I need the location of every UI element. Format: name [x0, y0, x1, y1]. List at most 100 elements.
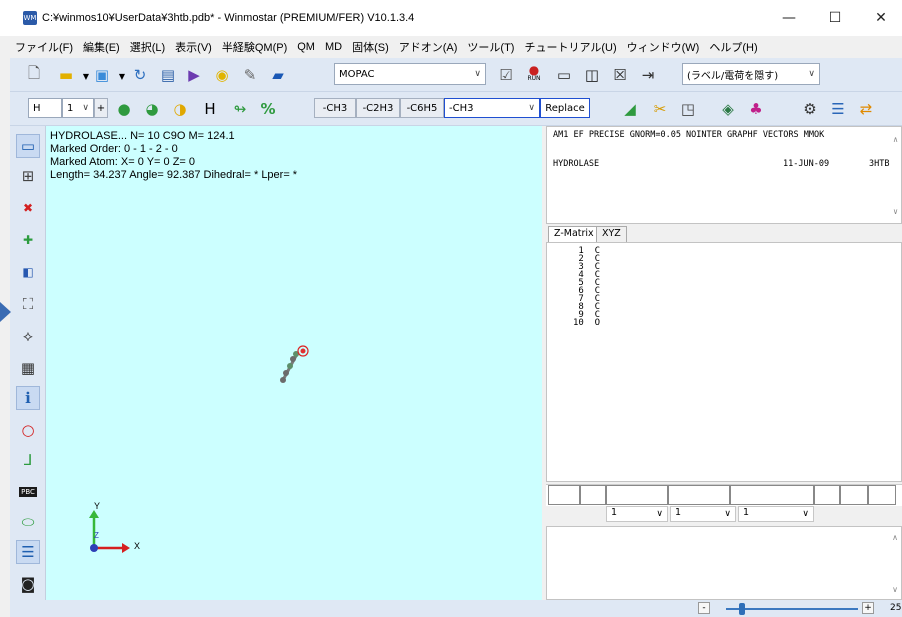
add-atom-icon[interactable]: ✚	[16, 228, 40, 252]
modify-atom-icon[interactable]: ◧	[16, 260, 40, 284]
multi-view-icon[interactable]: ⊞	[16, 164, 40, 188]
grid-cell[interactable]	[814, 485, 840, 505]
menu-edit[interactable]: 編集(E)	[78, 39, 125, 55]
circle-icon[interactable]: ○	[16, 418, 40, 442]
molecule-icon[interactable]: ♣	[746, 99, 766, 119]
rotate-icon[interactable]: ⟡	[16, 324, 40, 348]
fragment-combo[interactable]: -CH3 ∨	[444, 98, 540, 118]
scroll-down-icon[interactable]: ∨	[893, 207, 898, 216]
ref-atom-1-combo[interactable]: 1 ∨	[606, 506, 668, 522]
add-hydrogen-icon[interactable]: H	[200, 99, 220, 119]
add-group-icon[interactable]: ●	[114, 99, 134, 119]
list-icon[interactable]: ☰	[16, 540, 40, 564]
select-region-icon[interactable]: ⛶	[16, 292, 40, 316]
menu-tools[interactable]: ツール(T)	[462, 39, 519, 55]
zoom-in-button[interactable]: +	[862, 602, 874, 614]
zoom-out-button[interactable]: -	[698, 602, 710, 614]
keywords-panel[interactable]: AM1 EF PRECISE GNORM=0.05 NOINTER GRAPHF…	[546, 126, 902, 224]
refresh-icon[interactable]: ↻	[130, 65, 150, 85]
zmatrix-row[interactable]: 10 O	[573, 319, 600, 328]
chart-icon[interactable]: ☒	[610, 65, 630, 85]
grid-cell[interactable]	[580, 485, 606, 505]
molecule-model[interactable]	[272, 342, 312, 386]
ch3-button[interactable]: -CH3	[314, 98, 356, 118]
minimize-button[interactable]: —	[766, 4, 812, 32]
single-view-icon[interactable]: ▭	[16, 134, 40, 158]
ref-atom-2-combo[interactable]: 1 ∨	[670, 506, 736, 522]
grid-cell[interactable]	[606, 485, 668, 505]
log-icon[interactable]: ▭	[554, 65, 574, 85]
grid-cell[interactable]	[840, 485, 868, 505]
ref-atom-3-combo[interactable]: 1 ∨	[738, 506, 814, 522]
tree-icon[interactable]: ☰	[828, 99, 848, 119]
marked-atom: Marked Atom: X= 0 Y= 0 Z= 0	[50, 156, 196, 168]
c2h3-button[interactable]: -C2H3	[356, 98, 400, 118]
cube-icon[interactable]: ◳	[678, 99, 698, 119]
menu-solid[interactable]: 固体(S)	[347, 39, 394, 55]
info-icon[interactable]: ℹ	[16, 386, 40, 410]
grid-cell[interactable]	[668, 485, 730, 505]
coin-icon[interactable]: ◉	[212, 65, 232, 85]
surface-icon[interactable]: ⬭	[16, 510, 40, 534]
log-panel[interactable]: ∧ ∨	[546, 526, 902, 600]
layout-icon[interactable]: ◫	[582, 65, 602, 85]
add-atom-button[interactable]: +	[94, 98, 108, 118]
replace-button[interactable]: Replace	[540, 98, 590, 118]
export-icon[interactable]: ▶	[184, 65, 204, 85]
save-dropdown-icon[interactable]: ▼	[112, 66, 132, 86]
c6h5-button[interactable]: -C6H5	[400, 98, 444, 118]
camera-icon[interactable]: ◙	[16, 572, 40, 596]
menu-addon[interactable]: アドオン(A)	[394, 39, 463, 55]
transfer-icon[interactable]: ⇄	[856, 99, 876, 119]
scroll-up-icon[interactable]: ∧	[892, 533, 898, 542]
grid-icon[interactable]: ▦	[16, 356, 40, 380]
menu-file[interactable]: ファイル(F)	[10, 39, 78, 55]
sweep-icon[interactable]: ✂	[650, 99, 670, 119]
menu-help[interactable]: ヘルプ(H)	[704, 39, 762, 55]
grid-cell[interactable]	[548, 485, 580, 505]
count-combo[interactable]: 1 ∨	[62, 98, 94, 118]
zoom-slider-track[interactable]	[726, 608, 858, 610]
label-display-combo[interactable]: (ラベル/電荷を隠す) ∨	[682, 63, 820, 85]
open-folder-icon[interactable]: ▬	[56, 65, 76, 85]
half-circle-icon[interactable]: ◑	[170, 99, 190, 119]
menu-qm[interactable]: QM	[292, 41, 320, 53]
window-icon[interactable]: ▰	[268, 65, 288, 85]
menu-window[interactable]: ウィンドウ(W)	[622, 39, 705, 55]
title-line: HYDROLASE	[553, 159, 600, 169]
run-icon[interactable]: ● RUN	[524, 63, 544, 83]
crystal-icon[interactable]: ◈	[718, 99, 738, 119]
bond-icon[interactable]: ↬	[230, 99, 250, 119]
grid-cell[interactable]	[868, 485, 896, 505]
menu-md[interactable]: MD	[320, 41, 347, 53]
scroll-up-icon[interactable]: ∧	[893, 135, 898, 144]
save-icon[interactable]: ▣	[92, 65, 112, 85]
import-icon[interactable]: ⇥	[638, 65, 658, 85]
pbc-icon[interactable]: PBC	[16, 480, 40, 504]
scroll-down-icon[interactable]: ∨	[892, 585, 898, 594]
edit-sheet-icon[interactable]: ✎	[240, 65, 260, 85]
maximize-button[interactable]: ☐	[812, 4, 858, 32]
axis-icon[interactable]: ⅃	[16, 448, 40, 472]
delete-atom-icon[interactable]: ✖	[16, 196, 40, 220]
menu-view[interactable]: 表示(V)	[170, 39, 217, 55]
zoom-slider-thumb[interactable]	[738, 603, 745, 615]
tab-xyz[interactable]: XYZ	[596, 226, 627, 242]
close-button[interactable]: ✕	[858, 4, 902, 32]
view-icon[interactable]: ▤	[158, 65, 178, 85]
menu-tutorial[interactable]: チュートリアル(U)	[519, 39, 621, 55]
brush-icon[interactable]: ◢	[620, 99, 640, 119]
element-combo[interactable]: H	[28, 98, 62, 118]
molecule-viewer[interactable]: HYDROLASE... N= 10 C9O M= 124.1 Marked O…	[46, 126, 542, 600]
remove-group-icon[interactable]: ◕	[142, 99, 162, 119]
tab-z-matrix[interactable]: Z-Matrix	[548, 226, 600, 242]
new-file-icon[interactable]: 🗋	[24, 64, 44, 85]
method-combo[interactable]: MOPAC ∨	[334, 63, 486, 85]
grid-cell[interactable]	[730, 485, 814, 505]
z-matrix-panel[interactable]: 1 C 2 C 3 C 4 C 5 C 6 C 7 C 8 C 9 C 10 O	[546, 242, 902, 482]
menu-semiempirical[interactable]: 半経験QM(P)	[217, 39, 292, 55]
settings-icon[interactable]: ⚙	[800, 99, 820, 119]
percent-icon[interactable]: %	[258, 99, 278, 119]
menu-select[interactable]: 選択(L)	[125, 39, 170, 55]
check-icon[interactable]: ☑	[496, 65, 516, 85]
